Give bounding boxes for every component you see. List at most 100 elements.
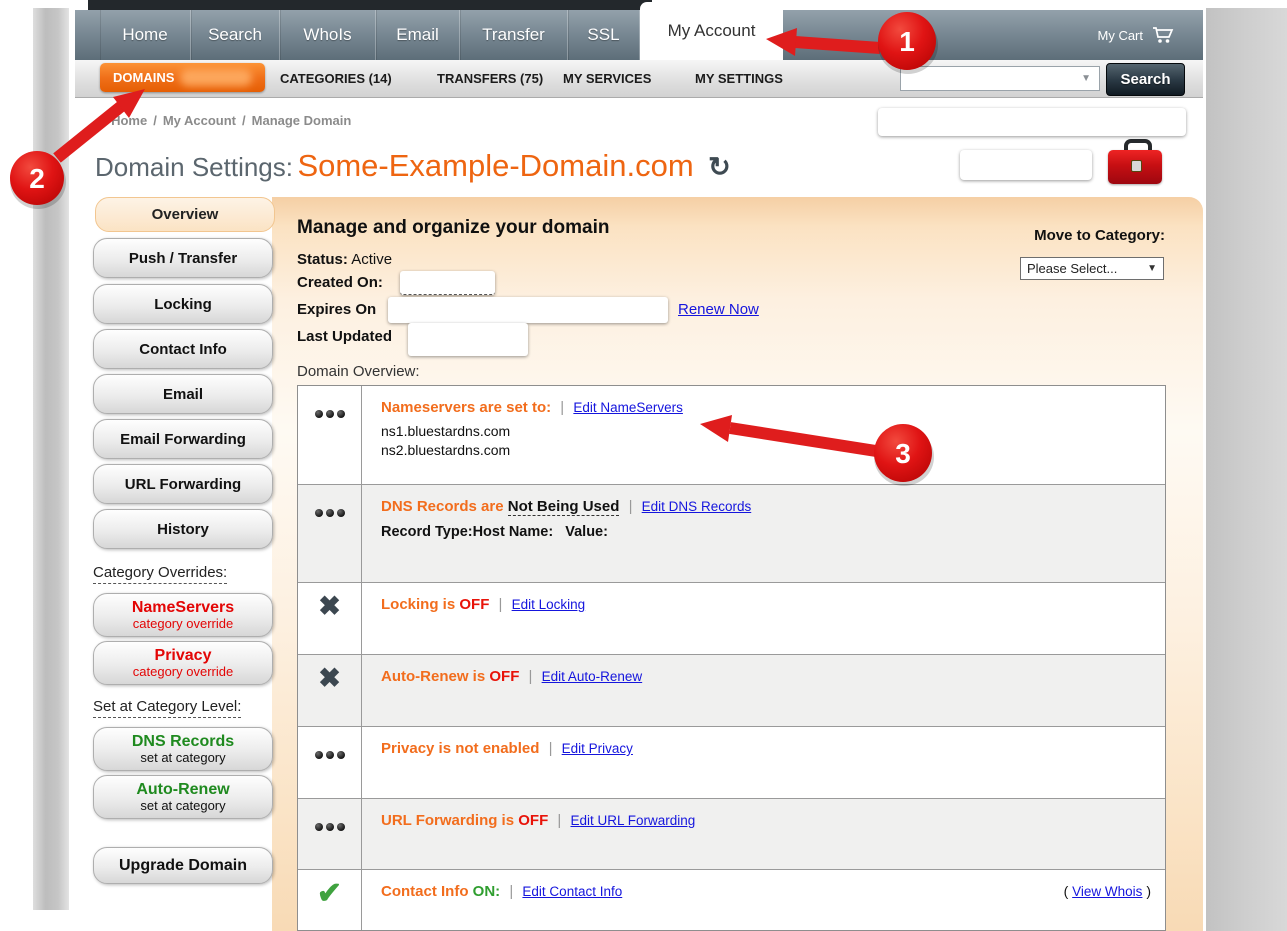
chevron-down-icon: ▼ <box>1147 263 1157 274</box>
override-subtitle: category override <box>133 617 233 631</box>
my-cart-button[interactable]: My Cart <box>1098 10 1176 60</box>
edit-contact-info-link[interactable]: Edit Contact Info <box>522 884 622 899</box>
sidebar-tab-email-forwarding[interactable]: Email Forwarding <box>93 419 273 459</box>
table-row-contact-info: ✔ Contact Info ON: | Edit Contact Info (… <box>298 870 1165 931</box>
shopping-cart-icon <box>1151 25 1175 45</box>
tab-ssl[interactable]: SSL <box>568 10 640 60</box>
row-status: OFF <box>518 812 548 829</box>
sidebar-tab-url-forwarding[interactable]: URL Forwarding <box>93 464 273 504</box>
move-to-category-select[interactable]: Please Select... ▼ <box>1020 257 1164 280</box>
desktop-left-strip <box>33 8 69 910</box>
cross-icon: ✖ <box>318 591 341 654</box>
edit-locking-link[interactable]: Edit Locking <box>512 597 586 612</box>
view-whois-link[interactable]: View Whois <box>1072 884 1142 899</box>
row-status: OFF <box>489 668 519 685</box>
table-row-url-forwarding: URL Forwarding is OFF | Edit URL Forward… <box>298 799 1165 870</box>
category-title: Auto-Renew <box>136 782 229 799</box>
chevron-down-icon: ▼ <box>1081 73 1091 84</box>
check-icon: ✔ <box>317 876 342 931</box>
sidebar-tab-overview[interactable]: Overview <box>95 197 275 232</box>
dots-icon <box>315 751 345 759</box>
breadcrumb-separator: / <box>242 113 246 128</box>
sidebar-tab-locking[interactable]: Locking <box>93 284 273 324</box>
table-row-nameservers: Nameservers are set to: | Edit NameServe… <box>298 386 1165 485</box>
upgrade-domain-button[interactable]: Upgrade Domain <box>93 847 273 884</box>
sidebar-tab-email[interactable]: Email <box>93 374 273 414</box>
table-row-privacy: Privacy is not enabled | Edit Privacy <box>298 727 1165 799</box>
edit-auto-renew-link[interactable]: Edit Auto-Renew <box>542 669 643 684</box>
dots-icon <box>315 823 345 831</box>
sidebar-button-dns-records-category[interactable]: DNS Records set at category <box>93 727 273 771</box>
page-title-prefix: Domain Settings: <box>95 152 293 182</box>
breadcrumb-home[interactable]: Home <box>111 113 147 128</box>
category-overrides-label: Category Overrides: <box>93 564 227 581</box>
sidebar-button-nameservers-override[interactable]: NameServers category override <box>93 593 273 637</box>
row-title: DNS Records are <box>381 498 504 515</box>
domains-tab-label: DOMAINS <box>113 70 174 85</box>
top-navigation: Home Search WhoIs Email Transfer SSL My … <box>75 10 1203 60</box>
category-subtitle: set at category <box>140 799 225 813</box>
domain-search-combobox[interactable]: ▼ <box>900 66 1100 91</box>
account-sub-navigation: DOMAINS CATEGORIES (14) TRANSFERS (75) M… <box>75 60 1203 98</box>
view-whois-note: ( View Whois ) <box>1064 883 1151 899</box>
edit-url-forwarding-link[interactable]: Edit URL Forwarding <box>571 813 696 828</box>
sidebar-tab-history[interactable]: History <box>93 509 273 549</box>
edit-nameservers-link[interactable]: Edit NameServers <box>573 400 683 415</box>
set-at-category-label: Set at Category Level: <box>93 698 241 715</box>
created-label: Created On: <box>297 274 383 291</box>
subnav-domains-tab[interactable]: DOMAINS <box>100 63 265 92</box>
redacted-title-box <box>960 150 1092 180</box>
expires-line: Expires On <box>297 301 376 318</box>
breadcrumb-separator: / <box>153 113 157 128</box>
tab-whois[interactable]: WhoIs <box>280 10 376 60</box>
table-row-dns-records: DNS Records are Not Being Used | Edit DN… <box>298 485 1165 583</box>
status-label: Status: <box>297 251 348 268</box>
edit-privacy-link[interactable]: Edit Privacy <box>562 741 633 756</box>
row-title: Contact Info <box>381 883 469 900</box>
search-button[interactable]: Search <box>1106 63 1185 96</box>
row-title: URL Forwarding is <box>381 812 514 829</box>
page-title-domain: Some-Example-Domain.com <box>297 148 693 183</box>
my-cart-label: My Cart <box>1098 28 1144 43</box>
subnav-transfers[interactable]: TRANSFERS (75) <box>437 60 543 96</box>
tab-transfer[interactable]: Transfer <box>460 10 568 60</box>
breadcrumb: ⌂ Home / My Account / Manage Domain <box>96 112 351 129</box>
category-subtitle: set at category <box>140 751 225 765</box>
browser-top-bar <box>88 0 652 10</box>
override-title: Privacy <box>155 648 212 665</box>
redacted-domain-count <box>180 69 252 86</box>
table-row-auto-renew: ✖ Auto-Renew is OFF | Edit Auto-Renew <box>298 655 1165 727</box>
cross-icon: ✖ <box>318 663 341 726</box>
page-title: Domain Settings: Some-Example-Domain.com… <box>95 148 731 184</box>
sidebar-button-privacy-override[interactable]: Privacy category override <box>93 641 273 685</box>
tab-email[interactable]: Email <box>376 10 460 60</box>
tab-home[interactable]: Home <box>100 10 191 60</box>
row-title: Privacy is not enabled <box>381 740 539 757</box>
toolbox-icon[interactable] <box>1108 146 1162 186</box>
sidebar-tab-push-transfer[interactable]: Push / Transfer <box>93 238 273 278</box>
override-subtitle: category override <box>133 665 233 679</box>
desktop-right-strip <box>1206 8 1287 931</box>
subnav-categories[interactable]: CATEGORIES (14) <box>280 60 392 96</box>
sidebar-button-auto-renew-category[interactable]: Auto-Renew set at category <box>93 775 273 819</box>
tab-my-account[interactable]: My Account <box>640 2 783 60</box>
breadcrumb-my-account[interactable]: My Account <box>163 113 236 128</box>
redacted-created-date <box>400 271 495 295</box>
override-title: NameServers <box>132 600 234 617</box>
redacted-updated-date <box>408 323 528 356</box>
subnav-my-services[interactable]: MY SERVICES <box>563 60 651 96</box>
refresh-icon[interactable]: ↻ <box>708 152 731 183</box>
sidebar-tab-contact-info[interactable]: Contact Info <box>93 329 273 369</box>
row-title: Auto-Renew is <box>381 668 485 685</box>
category-title: DNS Records <box>132 734 234 751</box>
row-title: Locking is <box>381 596 455 613</box>
subnav-my-settings[interactable]: MY SETTINGS <box>695 60 783 96</box>
renew-now-link[interactable]: Renew Now <box>678 301 759 318</box>
created-line: Created On: <box>297 274 383 291</box>
tab-search[interactable]: Search <box>191 10 280 60</box>
edit-dns-records-link[interactable]: Edit DNS Records <box>642 499 752 514</box>
home-icon: ⌂ <box>96 112 105 129</box>
breadcrumb-manage-domain[interactable]: Manage Domain <box>252 113 352 128</box>
domain-overview-table: Nameservers are set to: | Edit NameServe… <box>297 385 1166 931</box>
nameserver-2: ns2.bluestardns.com <box>381 442 1155 458</box>
